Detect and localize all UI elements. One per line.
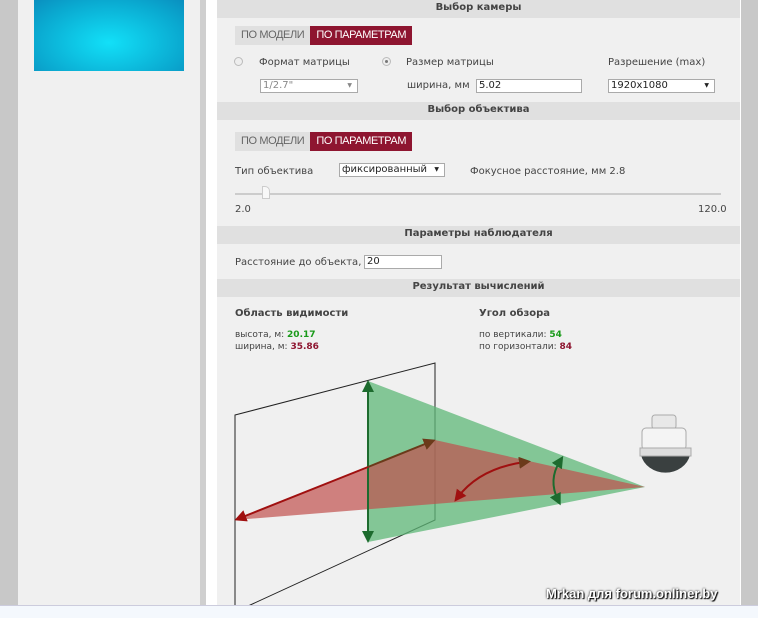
dome-camera-icon <box>639 414 692 473</box>
watermark: Mrkan для forum.onliner.by <box>546 586 718 601</box>
status-bar <box>0 605 758 618</box>
field-of-view-diagram <box>234 362 692 613</box>
